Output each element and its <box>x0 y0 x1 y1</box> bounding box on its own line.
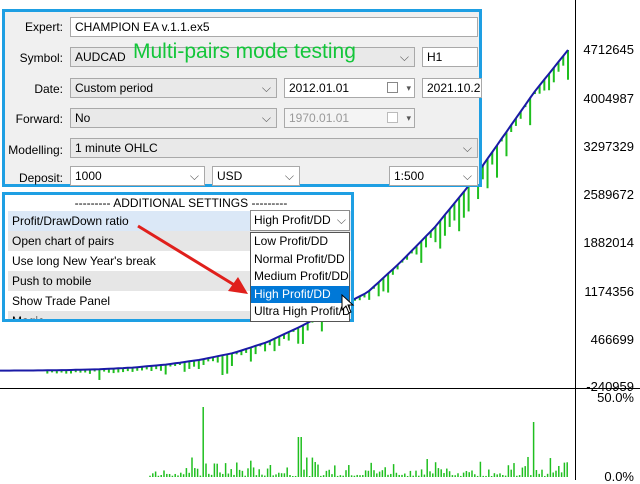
annotation-arrow <box>137 224 248 294</box>
mouse-cursor-icon <box>341 294 355 314</box>
